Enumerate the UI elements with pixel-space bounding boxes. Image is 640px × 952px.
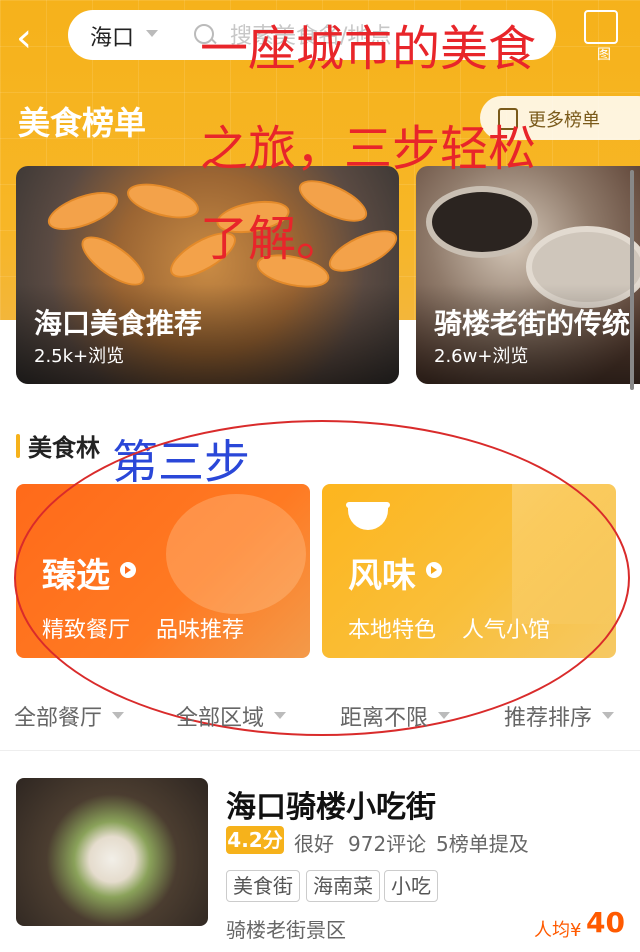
filter-sort[interactable]: 推荐排序 [504,700,592,732]
annotation-line: 一座城市的美食 [200,21,537,77]
ranking-mentions: 5榜单提及 [436,832,529,856]
tag: 美食街 [226,870,300,902]
chevron-down-icon [274,712,286,719]
annotation-line: 了解。 [200,211,345,267]
chevron-down-icon [112,712,124,719]
chevron-down-icon [438,712,450,719]
review-count[interactable]: 972评论 [348,828,426,857]
section-marker [16,434,20,458]
shrimp-decor [43,184,123,238]
map-icon[interactable] [584,10,618,44]
tag: 海南菜 [306,870,380,902]
rating-text: 很好 [294,832,334,856]
restaurant-thumbnail[interactable] [16,778,208,926]
price-value: 40 [586,906,625,939]
divider [0,750,640,751]
price-label: 人均¥ [534,920,582,941]
card-title: 海口美食推荐 [34,307,203,340]
chevron-down-icon [602,712,614,719]
back-icon[interactable]: ‹ [16,18,56,58]
filter-restaurant[interactable]: 全部餐厅 [14,700,102,732]
scrollbar[interactable] [630,170,634,390]
restaurant-name[interactable]: 海口骑楼小吃街 [226,782,436,826]
ranking-card[interactable]: 骑楼老街的传统 2.6w+浏览 [416,166,640,384]
more-rankings-label: 更多榜单 [528,110,600,131]
ranking-card[interactable]: 海口美食推荐 2.5k+浏览 [16,166,399,384]
annotation-ellipse [14,420,630,736]
card-title: 骑楼老街的传统 [434,307,631,340]
card-views: 2.5k+浏览 [34,346,125,367]
ranking-title: 美食榜单 [18,104,147,142]
card-views: 2.6w+浏览 [434,346,529,367]
filter-distance[interactable]: 距离不限 [340,700,428,732]
map-label: 图 [597,47,611,63]
filter-area[interactable]: 全部区域 [176,700,264,732]
sauce-bowl [426,186,538,258]
section-title: 美食林 [28,434,100,462]
annotation-line: 之旅，三步轻松 [200,121,537,177]
shrimp-decor [123,176,203,226]
rating-badge: 4.2分 [226,826,284,854]
tag: 小吃 [384,870,438,902]
city-selector[interactable]: 海口 [90,20,134,52]
city-caret-icon [146,30,158,37]
restaurant-area: 骑楼老街景区 [226,918,346,942]
